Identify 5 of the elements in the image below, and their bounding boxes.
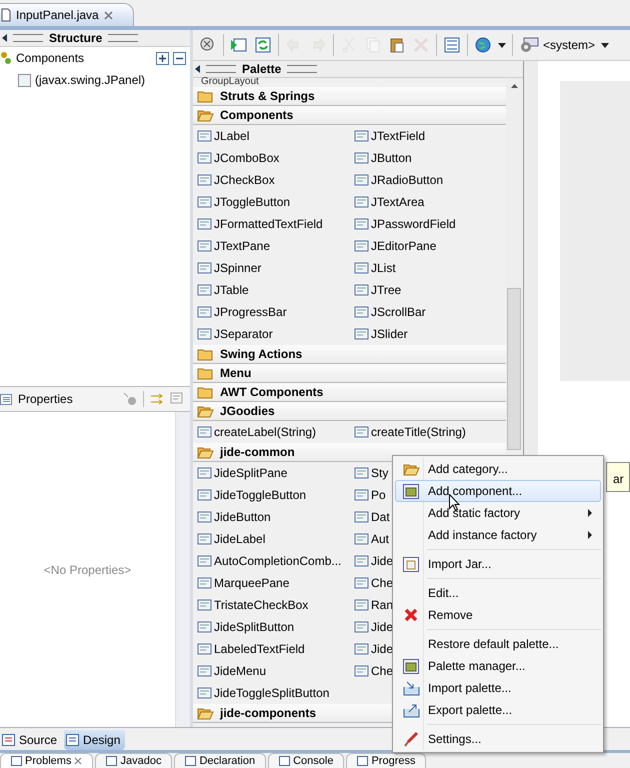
panel-title: Properties (18, 392, 73, 406)
tooltip: ar (606, 462, 630, 492)
panel-title: Palette (242, 62, 282, 76)
panel-title: Structure (49, 31, 102, 45)
empty-properties-text: <No Properties> (42, 562, 132, 576)
